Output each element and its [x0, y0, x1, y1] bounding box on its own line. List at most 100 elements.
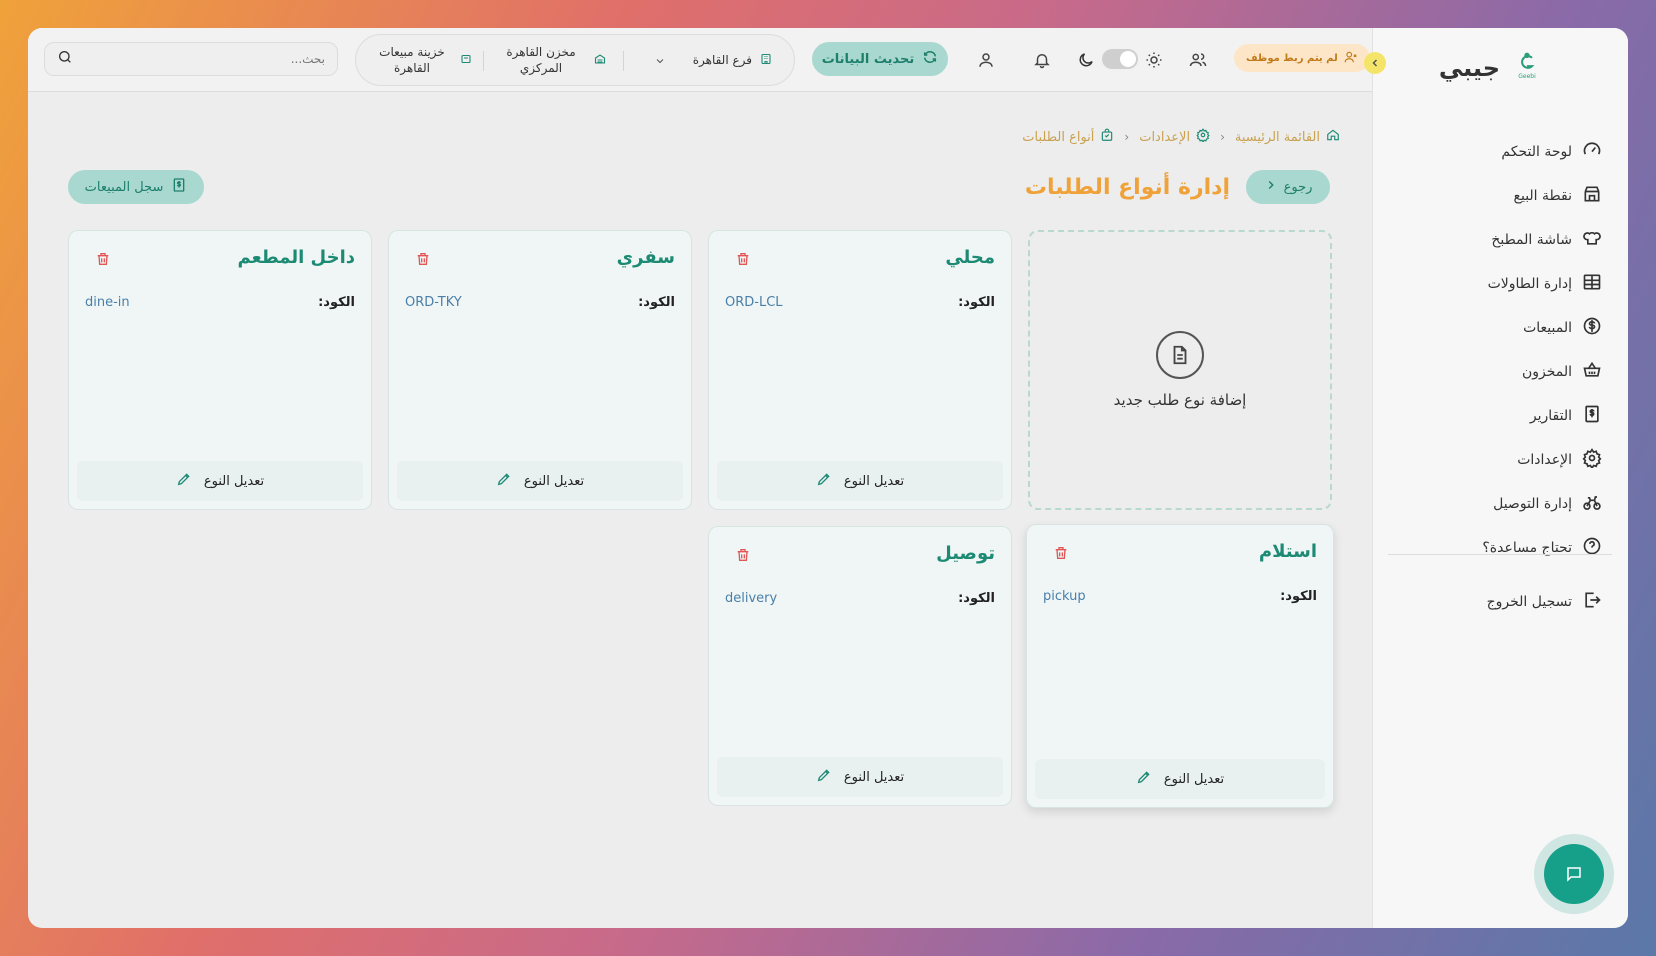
breadcrumb-home[interactable]: القائمة الرئيسية — [1235, 130, 1320, 145]
breadcrumb: القائمة الرئيسية ‹ الإعدادات ‹ أنواع الط… — [1022, 128, 1340, 146]
sidebar-item-label: المخزون — [1521, 364, 1572, 380]
sidebar-item-help[interactable]: تحتاج مساعدة؟ — [1392, 526, 1602, 570]
add-order-type-card[interactable]: إضافة نوع طلب جديد — [1028, 230, 1332, 510]
store-icon — [1582, 184, 1602, 208]
logout-button[interactable]: تسجيل الخروج — [1487, 590, 1602, 614]
order-type-name: استلام — [1258, 541, 1317, 562]
delete-button[interactable] — [733, 251, 751, 269]
context-selector: فرع القاهرة مخزن القاهرة المركزي خزينة م… — [355, 34, 795, 86]
chevron-left-icon — [1372, 59, 1378, 67]
delete-button[interactable] — [413, 251, 431, 269]
refresh-data-button[interactable]: تحديث البيانات — [812, 42, 948, 76]
sales-log-label: سجل المبيعات — [84, 179, 164, 195]
breadcrumb-settings[interactable]: الإعدادات — [1139, 130, 1190, 145]
branch-selector[interactable]: فرع القاهرة — [652, 35, 772, 87]
settings-gear-icon — [1196, 128, 1210, 146]
logo-text: جيبي — [1438, 54, 1500, 82]
trash-icon — [737, 253, 749, 265]
sidebar-item-label: التقارير — [1529, 408, 1572, 424]
treasury-selector[interactable]: خزينة مبيعات القاهرة — [372, 35, 472, 87]
warehouse-label: مخزن القاهرة المركزي — [506, 45, 576, 75]
gauge-icon — [1582, 140, 1602, 164]
theme-toggle[interactable] — [1102, 49, 1138, 69]
trash-icon — [97, 253, 109, 265]
divider — [623, 51, 624, 71]
chat-button[interactable] — [1534, 834, 1614, 914]
delete-button[interactable] — [733, 547, 751, 565]
table-grid-icon — [1582, 272, 1602, 296]
search-input[interactable] — [73, 52, 325, 66]
shopping-bag-icon — [1100, 128, 1114, 146]
order-type-card: استلام الكود: pickup تعديل النوع — [1026, 524, 1334, 808]
chevron-left-icon: ‹ — [1124, 130, 1130, 144]
sidebar: Geebi جيبي لوحة التحكم نقطة البيع شاشة ا… — [1372, 28, 1628, 928]
receipt-dollar-icon — [171, 177, 187, 197]
sidebar-item-label: إدارة الطاولات — [1487, 276, 1572, 292]
sidebar-item-inventory[interactable]: المخزون — [1392, 350, 1602, 394]
sidebar-item-sales[interactable]: المبيعات — [1392, 306, 1602, 350]
refresh-icon — [922, 49, 938, 69]
order-type-name: توصيل — [936, 543, 995, 564]
back-button[interactable]: رجوع — [1246, 170, 1330, 204]
code-label: الكود: — [318, 295, 355, 310]
logo-mark-icon: Geebi — [1514, 51, 1540, 85]
edit-type-button[interactable]: تعديل النوع — [77, 461, 363, 501]
pencil-icon — [816, 767, 832, 787]
warehouse-icon — [594, 53, 606, 70]
code-value: dine-in — [85, 295, 130, 310]
sidebar-item-dashboard[interactable]: لوحة التحكم — [1392, 130, 1602, 174]
sales-log-button[interactable]: سجل المبيعات — [68, 170, 204, 204]
app-logo[interactable]: Geebi جيبي — [1439, 48, 1540, 88]
pencil-icon — [176, 471, 192, 491]
order-type-card: محلي الكود: ORD-LCL تعديل النوع — [708, 230, 1012, 510]
trash-icon — [737, 549, 749, 561]
order-type-card: سفري الكود: ORD-TKY تعديل النوع — [388, 230, 692, 510]
sidebar-collapse-button[interactable] — [1364, 52, 1386, 74]
users-icon[interactable] — [1186, 48, 1210, 72]
code-label: الكود: — [958, 295, 995, 310]
chat-bubble-icon — [1567, 867, 1581, 882]
chevron-down-icon[interactable] — [646, 35, 666, 87]
edit-label: تعديل النوع — [203, 473, 265, 489]
sidebar-item-label: شاشة المطبخ — [1491, 232, 1572, 248]
edit-type-button[interactable]: تعديل النوع — [717, 757, 1003, 797]
trash-icon — [1055, 547, 1067, 559]
sidebar-item-settings[interactable]: الإعدادات — [1392, 438, 1602, 482]
edit-type-button[interactable]: تعديل النوع — [1035, 759, 1325, 799]
search-box[interactable] — [44, 42, 338, 76]
divider — [1388, 554, 1612, 555]
sidebar-item-pos[interactable]: نقطة البيع — [1392, 174, 1602, 218]
delete-button[interactable] — [1051, 545, 1069, 563]
order-type-card: توصيل الكود: delivery تعديل النوع — [708, 526, 1012, 806]
building-icon — [760, 53, 772, 70]
document-icon — [1156, 331, 1204, 379]
user-icon[interactable] — [974, 48, 998, 72]
chef-hat-icon — [1582, 228, 1602, 252]
order-type-card: داخل المطعم الكود: dine-in تعديل النوع — [68, 230, 372, 510]
logout-icon — [1582, 590, 1602, 614]
edit-type-button[interactable]: تعديل النوع — [397, 461, 683, 501]
sidebar-item-reports[interactable]: التقارير — [1392, 394, 1602, 438]
chat-button-inner — [1544, 844, 1604, 904]
moon-icon[interactable] — [1074, 48, 1098, 72]
dollar-circle-icon — [1582, 316, 1602, 340]
sun-icon[interactable] — [1142, 48, 1166, 72]
pencil-icon — [816, 471, 832, 491]
app-window: فرع القاهرة مخزن القاهرة المركزي خزينة م… — [28, 28, 1628, 928]
sidebar-nav: لوحة التحكم نقطة البيع شاشة المطبخ إدارة… — [1392, 130, 1602, 570]
bell-icon[interactable] — [1030, 48, 1054, 72]
bike-icon — [1582, 492, 1602, 516]
sidebar-item-delivery[interactable]: إدارة التوصيل — [1392, 482, 1602, 526]
logo-mark-text: Geebi — [1518, 73, 1536, 80]
report-dollar-icon — [1582, 404, 1602, 428]
code-label: الكود: — [1280, 589, 1317, 604]
no-employee-badge[interactable]: لم يتم ربط موظف — [1234, 44, 1370, 72]
delete-button[interactable] — [93, 251, 111, 269]
sidebar-item-tables[interactable]: إدارة الطاولات — [1392, 262, 1602, 306]
home-icon — [1326, 128, 1340, 146]
sidebar-item-kitchen[interactable]: شاشة المطبخ — [1392, 218, 1602, 262]
warehouse-selector[interactable]: مخزن القاهرة المركزي — [496, 35, 606, 87]
pencil-icon — [496, 471, 512, 491]
edit-type-button[interactable]: تعديل النوع — [717, 461, 1003, 501]
code-value: ORD-LCL — [725, 295, 783, 310]
